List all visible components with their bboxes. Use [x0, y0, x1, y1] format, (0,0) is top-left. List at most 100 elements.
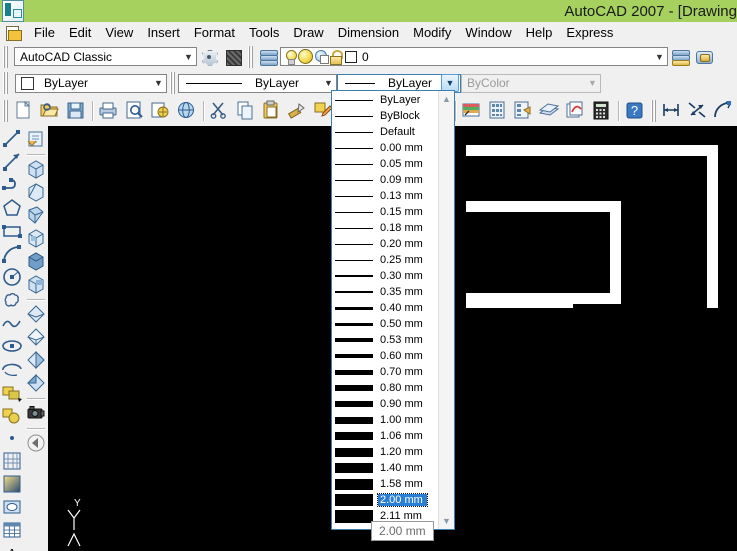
lineweight-option[interactable]: 1.20 mm [332, 444, 438, 460]
helix-icon[interactable] [25, 326, 47, 348]
properties-icon[interactable] [460, 99, 484, 123]
toolbar-grip-properties[interactable] [2, 72, 9, 94]
make-object-layer-current-button[interactable] [693, 46, 715, 68]
rectangle-icon[interactable] [1, 220, 23, 242]
help-icon[interactable]: ? [623, 99, 647, 123]
layer-properties-manager-button[interactable] [257, 46, 279, 68]
pyramid-icon[interactable] [25, 303, 47, 325]
menu-item-edit[interactable]: Edit [62, 23, 98, 42]
lineweight-option[interactable]: 1.58 mm [332, 476, 438, 492]
toolbar-grip-linetype[interactable] [169, 72, 176, 94]
polygon-icon[interactable] [1, 197, 23, 219]
line-icon[interactable] [1, 128, 23, 150]
tool-palettes-icon[interactable] [512, 99, 536, 123]
menu-item-insert[interactable]: Insert [140, 23, 187, 42]
autocad-app-icon[interactable] [2, 0, 24, 22]
publish-web-icon[interactable] [175, 99, 199, 123]
lineweight-option[interactable]: 0.15 mm [332, 204, 438, 220]
lineweight-option[interactable]: 1.00 mm [332, 412, 438, 428]
menu-item-tools[interactable]: Tools [242, 23, 286, 42]
document-menu-icon[interactable] [5, 25, 22, 41]
menu-item-modify[interactable]: Modify [406, 23, 458, 42]
polyline-icon[interactable] [1, 174, 23, 196]
color-square-icon[interactable] [345, 50, 357, 63]
lock-open-icon[interactable] [330, 50, 343, 65]
layer-combo[interactable]: 0 ▼ [280, 47, 668, 66]
save-workspace-button[interactable] [222, 46, 244, 68]
make-block-icon[interactable] [1, 404, 23, 426]
copy-icon[interactable] [234, 99, 258, 123]
linetype-control[interactable]: ByLayer ▼ [178, 73, 337, 93]
lineweight-option[interactable]: 0.80 mm [332, 380, 438, 396]
color-control[interactable]: ByLayer ▼ [15, 73, 167, 93]
3d-polyline-icon[interactable] [25, 128, 47, 150]
design-center-icon[interactable] [486, 99, 510, 123]
lineweight-option[interactable]: ByLayer [332, 92, 438, 108]
region-icon[interactable] [1, 496, 23, 518]
lineweight-option[interactable]: 0.09 mm [332, 172, 438, 188]
planar-surface-icon[interactable] [25, 372, 47, 394]
lineweight-option[interactable]: 0.60 mm [332, 348, 438, 364]
chevron-down-icon-color[interactable]: ▼ [151, 75, 166, 92]
torus-icon[interactable] [25, 273, 47, 295]
multiline-text-icon[interactable]: A [1, 542, 23, 551]
box-icon[interactable] [25, 158, 47, 180]
workspace-settings-button[interactable] [198, 46, 220, 68]
sphere-icon[interactable] [25, 227, 47, 249]
polysolid-icon[interactable] [25, 349, 47, 371]
point-icon[interactable] [1, 427, 23, 449]
toolbar-grip-dimension[interactable] [650, 100, 657, 122]
plot-icon[interactable] [97, 99, 121, 123]
lineweight-option[interactable]: 2.00 mm [332, 492, 438, 508]
ellipse-arc-icon[interactable] [1, 358, 23, 380]
plot-preview-icon[interactable] [123, 99, 147, 123]
lineweight-option[interactable]: 0.25 mm [332, 252, 438, 268]
freeze-viewport-icon[interactable] [315, 50, 329, 64]
workspace-combo[interactable]: AutoCAD Classic ▼ [14, 47, 197, 66]
lineweight-option[interactable]: 0.40 mm [332, 300, 438, 316]
quick-calc-icon[interactable] [590, 99, 614, 123]
scroll-up-arrow-icon[interactable]: ▲ [439, 91, 454, 107]
lineweight-option[interactable]: 1.40 mm [332, 460, 438, 476]
menu-item-window[interactable]: Window [458, 23, 518, 42]
lineweight-option[interactable]: 0.00 mm [332, 140, 438, 156]
publish-icon[interactable] [149, 99, 173, 123]
chevron-down-icon-linetype[interactable]: ▼ [321, 75, 336, 92]
toolbar-grip[interactable] [2, 45, 9, 68]
wedge-icon[interactable] [25, 181, 47, 203]
lineweight-option[interactable]: 0.13 mm [332, 188, 438, 204]
markup-set-icon[interactable] [564, 99, 588, 123]
aligned-dimension-icon[interactable] [686, 99, 710, 123]
arc-icon[interactable] [1, 243, 23, 265]
cut-icon[interactable] [208, 99, 232, 123]
lineweight-option[interactable]: 0.20 mm [332, 236, 438, 252]
menu-item-express[interactable]: Express [559, 23, 620, 42]
revolve-icon[interactable] [25, 432, 47, 454]
toolbar-grip-layers[interactable] [247, 45, 254, 68]
lineweight-option[interactable]: 0.05 mm [332, 156, 438, 172]
hatch-icon[interactable] [1, 450, 23, 472]
menu-item-dimension[interactable]: Dimension [331, 23, 406, 42]
new-icon[interactable] [12, 99, 36, 123]
arc-length-dimension-icon[interactable] [712, 99, 736, 123]
table-icon[interactable] [1, 519, 23, 541]
toolbar-grip-standard[interactable] [2, 100, 9, 122]
lightbulb-on-icon[interactable] [285, 50, 297, 65]
lineweight-option[interactable]: 0.30 mm [332, 268, 438, 284]
menu-item-format[interactable]: Format [187, 23, 242, 42]
camera-icon[interactable] [25, 402, 47, 424]
layer-previous-button[interactable] [669, 46, 691, 68]
chevron-down-icon[interactable]: ▼ [181, 48, 196, 65]
lineweight-option[interactable]: ByBlock [332, 108, 438, 124]
sun-freeze-icon[interactable] [298, 49, 313, 64]
menu-item-file[interactable]: File [27, 23, 62, 42]
lineweight-option[interactable]: 0.18 mm [332, 220, 438, 236]
save-icon[interactable] [64, 99, 88, 123]
lineweight-option[interactable]: 0.90 mm [332, 396, 438, 412]
cone-icon[interactable] [25, 204, 47, 226]
construction-line-icon[interactable] [1, 151, 23, 173]
scroll-down-arrow-icon[interactable]: ▼ [439, 513, 454, 529]
spline-icon[interactable] [1, 312, 23, 334]
lineweight-option[interactable]: 0.50 mm [332, 316, 438, 332]
insert-block-icon[interactable] [1, 381, 23, 403]
